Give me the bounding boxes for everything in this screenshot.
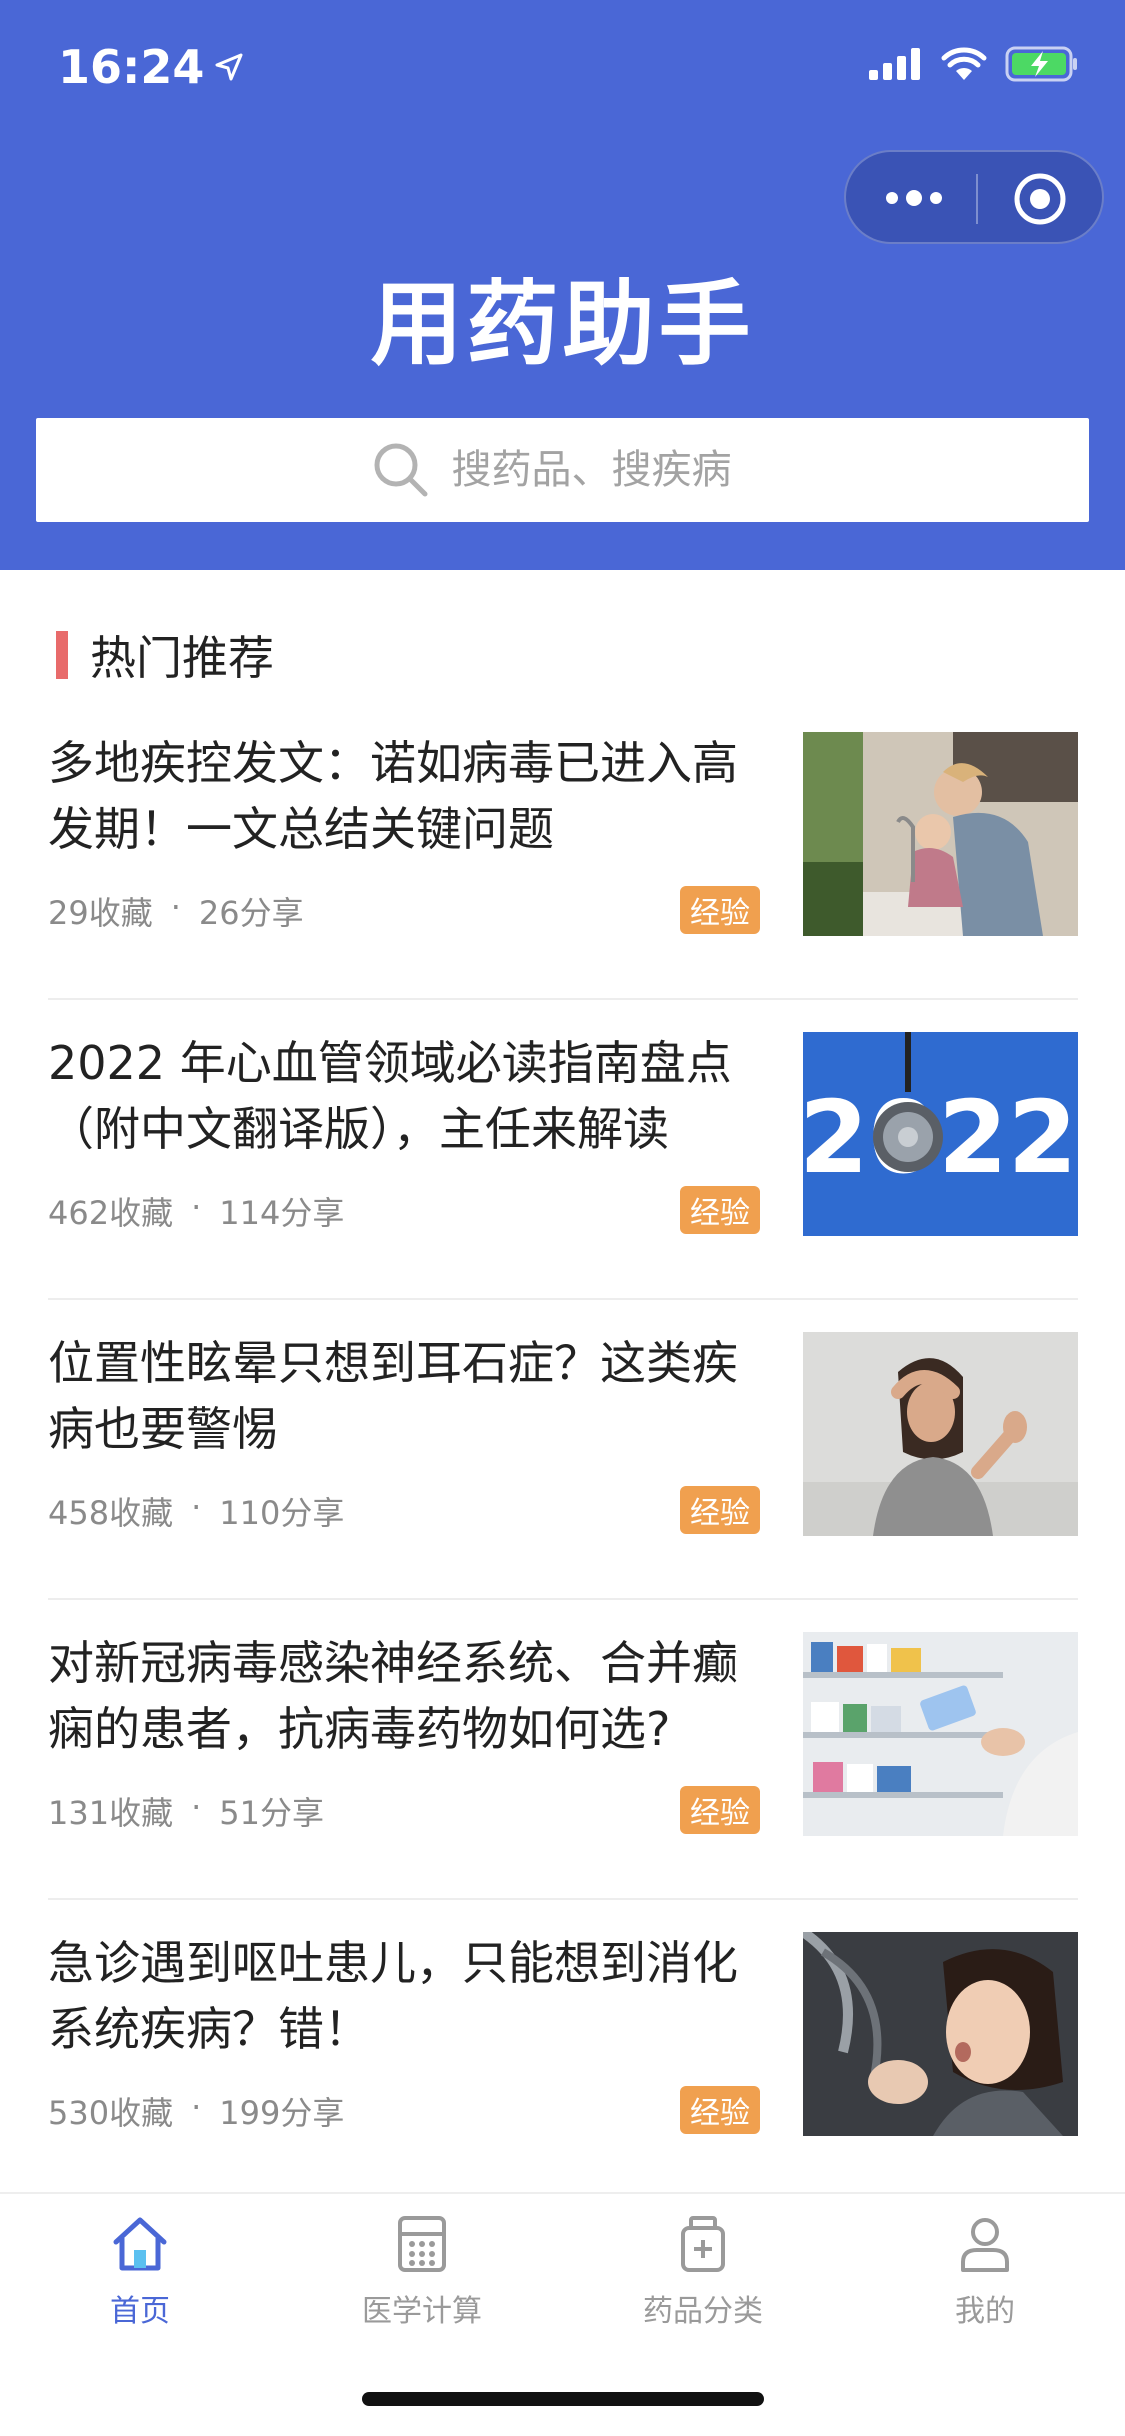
favorites-count: 131收藏 (48, 1794, 174, 1832)
miniprogram-capsule (844, 150, 1104, 244)
shares-count: 114分享 (219, 1194, 345, 1232)
status-bar: 16:24 (0, 0, 1125, 140)
article-tag: 经验 (680, 2086, 760, 2134)
search-input[interactable] (449, 446, 754, 494)
stats-separator: · (191, 1788, 202, 1826)
article-thumbnail-pharmacy-shelves (803, 1632, 1078, 1836)
article-tag: 经验 (680, 1486, 760, 1534)
article-card[interactable]: 2022 年心血管领域必读指南盘点（附中文翻译版），主任来解读 462收藏 · … (48, 1000, 1078, 1300)
article-thumbnail-dizzy-woman (803, 1332, 1078, 1536)
favorites-count: 530收藏 (48, 2094, 174, 2132)
location-arrow-icon (215, 53, 243, 81)
article-stats: 131收藏 · 51分享 (48, 1788, 324, 1834)
tab-medical-calculator[interactable]: 医学计算 (322, 2214, 522, 2330)
user-icon (961, 2218, 1009, 2272)
article-card[interactable]: 位置性眩晕只想到耳石症？这类疾病也要警惕 458收藏 · 110分享 经验 (48, 1300, 1078, 1600)
capsule-divider (976, 174, 978, 224)
shares-count: 51分享 (219, 1794, 324, 1832)
section-title-text: 热门推荐 (90, 631, 274, 685)
article-stats: 29收藏 · 26分享 (48, 888, 304, 934)
article-tag: 经验 (680, 1786, 760, 1834)
stats-separator: · (191, 1188, 202, 1226)
app-header: 16:24 用药助手 搜药品、搜疾病 (0, 0, 1125, 570)
article-title: 位置性眩晕只想到耳石症？这类疾病也要警惕 (48, 1336, 738, 1456)
article-thumbnail-child-vomiting (803, 1932, 1078, 2136)
section-accent-bar (56, 631, 68, 679)
section-title: 热门推荐 (56, 622, 274, 688)
calculator-icon (398, 2216, 446, 2272)
tab-home[interactable]: 首页 (40, 2214, 240, 2330)
shares-count: 26分享 (198, 894, 304, 932)
status-icons (869, 46, 1079, 82)
article-list: 多地疾控发文：诺如病毒已进入高发期！一文总结关键问题 29收藏 · 26分享 经… (48, 700, 1078, 2200)
article-title: 对新冠病毒感染神经系统、合并癫痫的患者，抗病毒药物如何选? (48, 1636, 738, 1756)
battery-charging-icon (1005, 46, 1077, 82)
article-thumbnail-mother-washing-child-hands (803, 732, 1078, 936)
article-stats: 462收藏 · 114分享 (48, 1188, 344, 1234)
article-card[interactable]: 对新冠病毒感染神经系统、合并癫痫的患者，抗病毒药物如何选? 131收藏 · 51… (48, 1600, 1078, 1900)
tab-medical-calculator-label: 医学计算 (362, 2294, 482, 2329)
article-tag: 经验 (680, 1186, 760, 1234)
article-tag: 经验 (680, 886, 760, 934)
shares-count: 199分享 (219, 2094, 345, 2132)
stats-separator: · (191, 2088, 202, 2126)
stats-separator: · (170, 888, 181, 926)
tab-drug-categories-label: 药品分类 (643, 2294, 763, 2329)
article-stats: 530收藏 · 199分享 (48, 2088, 344, 2134)
tab-home-label: 首页 (110, 2294, 170, 2329)
favorites-count: 462收藏 (48, 1194, 174, 1232)
favorites-count: 29收藏 (48, 894, 153, 932)
article-thumbnail-stethoscope-2022: 2022 (803, 1032, 1078, 1236)
medicine-bottle-icon (681, 2216, 725, 2272)
article-card[interactable]: 急诊遇到呕吐患儿，只能想到消化系统疾病？错！ 530收藏 · 199分享 经验 (48, 1900, 1078, 2200)
article-title: 急诊遇到呕吐患儿，只能想到消化系统疾病？错！ (48, 1936, 738, 2056)
app-title: 用药助手 (370, 271, 755, 378)
tab-profile[interactable]: 我的 (885, 2214, 1085, 2330)
home-indicator[interactable] (362, 2392, 764, 2406)
tab-drug-categories[interactable]: 药品分类 (603, 2214, 803, 2330)
home-icon (113, 2217, 167, 2271)
article-title: 多地疾控发文：诺如病毒已进入高发期！一文总结关键问题 (48, 736, 738, 856)
shares-count: 110分享 (219, 1494, 345, 1532)
article-card[interactable]: 多地疾控发文：诺如病毒已进入高发期！一文总结关键问题 29收藏 · 26分享 经… (48, 700, 1078, 1000)
wifi-icon (941, 47, 987, 80)
tab-profile-label: 我的 (955, 2294, 1015, 2329)
article-title: 2022 年心血管领域必读指南盘点（附中文翻译版），主任来解读 (48, 1036, 732, 1156)
status-time: 16:24 (58, 40, 244, 94)
more-icon[interactable] (884, 188, 944, 208)
article-stats: 458收藏 · 110分享 (48, 1488, 344, 1534)
search-icon (374, 443, 427, 497)
signal-icon (869, 48, 920, 80)
search-bar[interactable] (36, 418, 1089, 522)
stats-separator: · (191, 1488, 202, 1526)
favorites-count: 458收藏 (48, 1494, 174, 1532)
close-target-icon[interactable] (1012, 171, 1068, 227)
